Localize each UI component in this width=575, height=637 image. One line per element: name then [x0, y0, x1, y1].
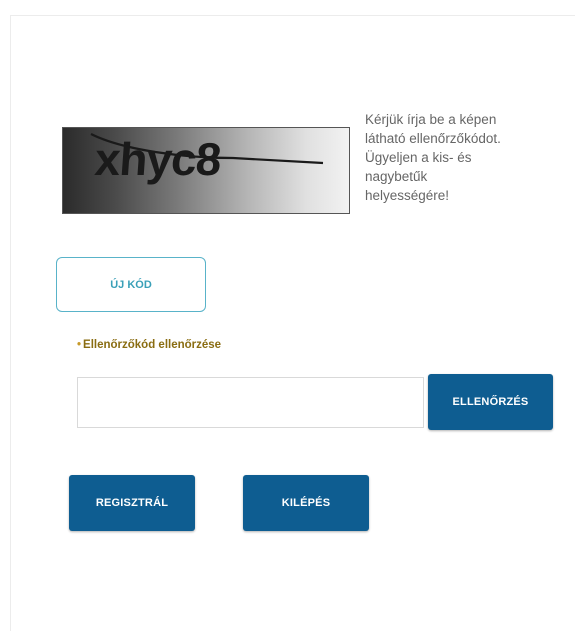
verify-code-label-text: Ellenőrzőkód ellenőrzése: [83, 339, 222, 351]
new-code-button[interactable]: ÚJ KÓD: [56, 257, 206, 312]
register-button[interactable]: REGISZTRÁL: [69, 475, 195, 531]
captcha-image: xhyc8: [62, 127, 350, 214]
verify-button[interactable]: ELLENŐRZÉS: [428, 374, 553, 430]
instruction-line: Ügyeljen a kis- és: [365, 150, 472, 165]
verify-code-input[interactable]: [77, 377, 424, 428]
required-marker: •: [77, 339, 82, 351]
exit-button[interactable]: KILÉPÉS: [243, 475, 369, 531]
verify-code-label: • Ellenőrzőkód ellenőrzése: [77, 339, 221, 351]
page: xhyc8 Kérjük írja be a képen látható ell…: [0, 0, 575, 637]
instruction-line: helyességére!: [365, 188, 450, 203]
instruction-line: Kérjük írja be a képen: [365, 112, 497, 127]
instruction-line: nagybetűk: [365, 169, 428, 184]
registration-panel: [10, 15, 575, 631]
captcha-instructions: Kérjük írja be a képen látható ellenőrző…: [365, 110, 565, 205]
instruction-line: látható ellenőrzőkódot.: [365, 131, 501, 146]
captcha-strike-line: [90, 133, 324, 165]
